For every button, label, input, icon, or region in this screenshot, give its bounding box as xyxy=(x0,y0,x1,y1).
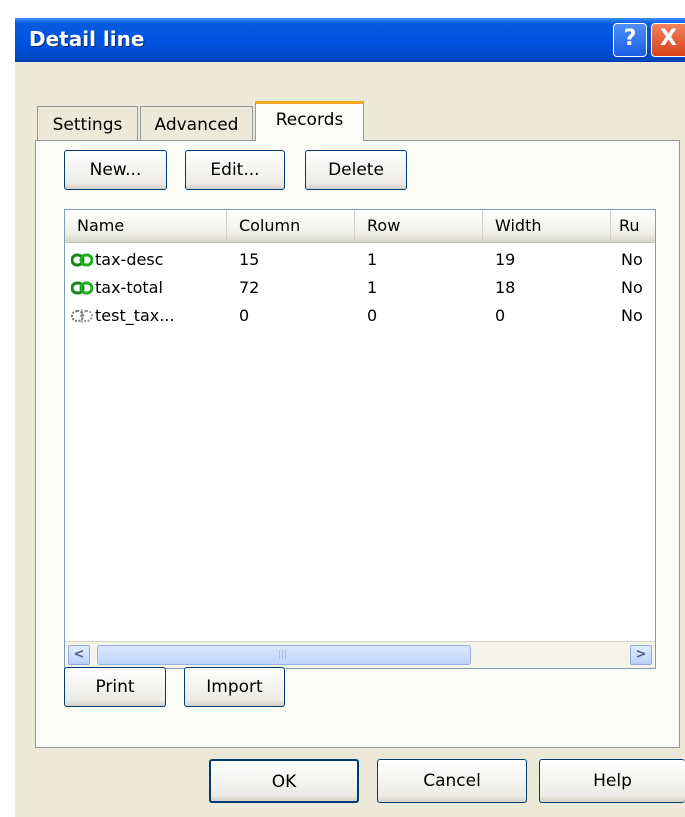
cell-row: 1 xyxy=(367,278,378,297)
delete-button[interactable]: Delete xyxy=(305,150,407,190)
column-header-row[interactable]: Row xyxy=(355,210,483,242)
grip-icon: ||| xyxy=(278,650,288,660)
cell-row: 1 xyxy=(367,250,378,269)
table-row[interactable]: test_tax... 0 0 0 No xyxy=(65,302,655,330)
cell-name: test_tax... xyxy=(95,306,175,325)
cell-width: 19 xyxy=(495,250,516,269)
close-title-button[interactable]: X xyxy=(651,23,685,57)
cell-width: 18 xyxy=(495,278,516,297)
cell-rule: No xyxy=(621,306,643,325)
dialog-window: Detail line ? X Settings Advanced Record… xyxy=(15,18,685,817)
cell-rule: No xyxy=(621,278,643,297)
edit-button-mnemonic: E xyxy=(210,160,222,180)
chevron-left-icon: < xyxy=(73,647,85,662)
new-button-mnemonic: N xyxy=(89,160,103,180)
cell-row: 0 xyxy=(367,306,378,325)
cell-width: 0 xyxy=(495,306,506,325)
edit-button[interactable]: Edit... xyxy=(185,150,285,190)
delete-button-mnemonic: D xyxy=(328,160,342,180)
records-list[interactable]: Name Column Row Width Ru tax-desc 15 1 1… xyxy=(64,209,656,669)
cell-name: tax-desc xyxy=(95,250,164,269)
question-mark-icon: ? xyxy=(623,26,637,51)
column-header-column[interactable]: Column xyxy=(227,210,355,242)
linked-chain-icon xyxy=(71,253,93,267)
window-title: Detail line xyxy=(29,27,145,51)
cell-name: tax-total xyxy=(95,278,163,297)
tab-settings-label: Settings xyxy=(52,115,123,135)
ok-button-label: OK xyxy=(271,772,297,792)
cell-column: 72 xyxy=(239,278,260,297)
help-button-label: Help xyxy=(593,771,632,791)
broken-chain-icon xyxy=(71,309,93,323)
column-header-name[interactable]: Name xyxy=(65,210,227,242)
scroll-thumb[interactable]: ||| xyxy=(97,645,471,665)
scroll-right-button[interactable]: > xyxy=(630,645,652,665)
close-icon: X xyxy=(660,26,677,51)
new-button-label: ew... xyxy=(102,160,142,180)
print-button-mnemonic: P xyxy=(95,677,106,697)
list-header: Name Column Row Width Ru xyxy=(65,210,655,243)
tab-settings[interactable]: Settings xyxy=(37,106,138,140)
ok-button[interactable]: OK xyxy=(209,759,359,803)
scroll-left-button[interactable]: < xyxy=(68,645,90,665)
cancel-button-label: Cancel xyxy=(423,771,481,791)
tab-records-label: Records xyxy=(275,110,344,130)
linked-chain-icon xyxy=(71,281,93,295)
import-button-label: mport xyxy=(211,677,263,697)
cell-rule: No xyxy=(621,250,643,269)
cell-column: 0 xyxy=(239,306,250,325)
help-title-button[interactable]: ? xyxy=(613,23,647,57)
tab-advanced-label: Advanced xyxy=(154,115,239,135)
cancel-button[interactable]: Cancel xyxy=(377,759,527,803)
tab-advanced[interactable]: Advanced xyxy=(140,106,253,140)
column-header-rule[interactable]: Ru xyxy=(611,210,655,242)
table-row[interactable]: tax-desc 15 1 19 No xyxy=(65,246,655,274)
column-header-width[interactable]: Width xyxy=(483,210,611,242)
cell-column: 15 xyxy=(239,250,260,269)
table-row[interactable]: tax-total 72 1 18 No xyxy=(65,274,655,302)
print-button-label: rint xyxy=(105,677,135,697)
help-button[interactable]: Help xyxy=(539,759,685,803)
new-button[interactable]: New... xyxy=(64,150,167,190)
horizontal-scrollbar[interactable]: < ||| > xyxy=(65,641,655,668)
delete-button-label: elete xyxy=(341,160,384,180)
print-button[interactable]: Print xyxy=(64,667,166,707)
tab-records[interactable]: Records xyxy=(255,101,364,141)
chevron-right-icon: > xyxy=(635,647,647,662)
import-button[interactable]: Import xyxy=(184,667,285,707)
edit-button-label: dit... xyxy=(221,160,260,180)
title-bar[interactable]: Detail line ? X xyxy=(15,18,685,62)
